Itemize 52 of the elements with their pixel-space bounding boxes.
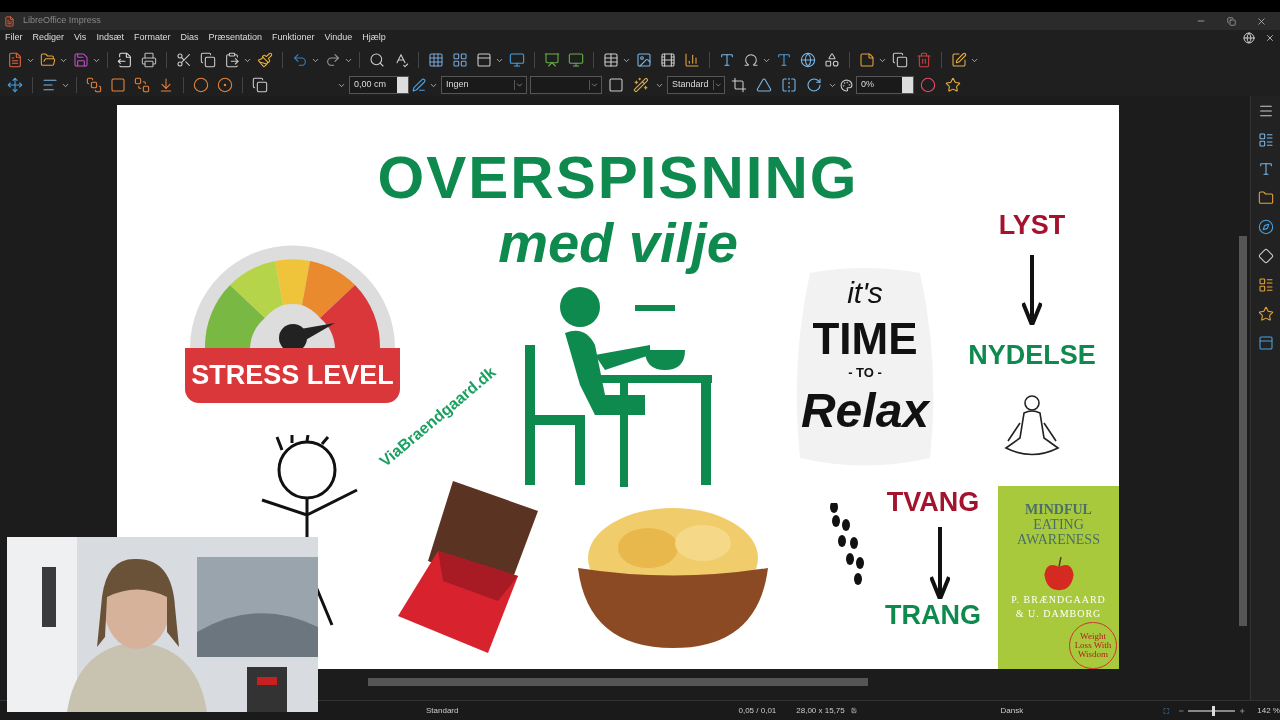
- apple-icon: [1041, 557, 1076, 593]
- horizontal-scrollbar[interactable]: [368, 678, 868, 686]
- position-status: 0,05 / 0,01: [738, 704, 777, 717]
- zoom-status: 142 %: [1257, 704, 1280, 717]
- line-color-icon[interactable]: [412, 78, 426, 92]
- sticker-text: - TO -: [848, 364, 882, 382]
- menu-item[interactable]: Indsæt: [96, 31, 124, 45]
- flow-label: TVANG: [885, 486, 981, 519]
- close-document-icon[interactable]: [1265, 33, 1275, 43]
- sticker-text: TIME: [812, 315, 918, 363]
- menu-item[interactable]: Funktioner: [271, 31, 315, 45]
- transparency-icon[interactable]: [840, 78, 853, 92]
- vertical-scrollbar[interactable]: [1239, 236, 1247, 626]
- flow-label: TRANG: [884, 599, 982, 632]
- area-style-dropdown[interactable]: Standard: [667, 76, 725, 94]
- book-title: AWARENESS: [1017, 532, 1100, 547]
- badge-text: Weight Loss With Wisdom: [1073, 632, 1113, 660]
- close-icon[interactable]: [1255, 15, 1267, 27]
- flow-label: LYST: [997, 209, 1067, 242]
- down-arrow: [930, 527, 950, 599]
- globe-icon[interactable]: [1243, 32, 1255, 44]
- menu-item[interactable]: Rediger: [32, 31, 65, 45]
- caret-icon[interactable]: [712, 80, 722, 90]
- transparency-field[interactable]: 0%: [856, 76, 914, 94]
- menu-item[interactable]: Hjælp: [362, 31, 386, 45]
- slide-title: OVERSPISNING: [377, 143, 859, 213]
- app-icon: [4, 15, 15, 27]
- book-title: EATING: [1033, 517, 1084, 532]
- menu-item[interactable]: Dias: [180, 31, 199, 45]
- down-arrow: [1022, 255, 1042, 325]
- slide-subtitle: med vilje: [498, 210, 738, 276]
- line-style-dropdown[interactable]: Ingen: [441, 76, 527, 94]
- window-title: LibreOffice Impress: [23, 14, 101, 28]
- size-status: 28,00 x 15,75: [796, 704, 845, 717]
- fit-slide-icon[interactable]: [1163, 705, 1170, 716]
- menu-item[interactable]: Formater: [133, 31, 171, 45]
- menu-item[interactable]: Filer: [5, 31, 23, 45]
- line-width-field[interactable]: 0,00 cm: [349, 76, 409, 94]
- sticker-text: it's: [847, 275, 883, 311]
- sticker-text: Relax: [800, 382, 930, 439]
- restore-icon[interactable]: [1226, 16, 1236, 26]
- layout-status: Standard: [426, 704, 459, 717]
- book-author: & U. DAMBORG: [1015, 608, 1102, 621]
- save-status-icon: [850, 706, 857, 715]
- person-at-desk-icon: [525, 285, 712, 487]
- menu-item[interactable]: Vis: [74, 31, 87, 45]
- language-status: Dansk: [1000, 704, 1024, 717]
- book-author: P. BRÆNDGAARD: [1011, 594, 1106, 607]
- book-title: MINDFUL: [1025, 502, 1092, 517]
- flow-label: NYDELSE: [967, 339, 1097, 372]
- menu-item[interactable]: Præsentation: [208, 31, 262, 45]
- menu-item[interactable]: Vindue: [324, 31, 353, 45]
